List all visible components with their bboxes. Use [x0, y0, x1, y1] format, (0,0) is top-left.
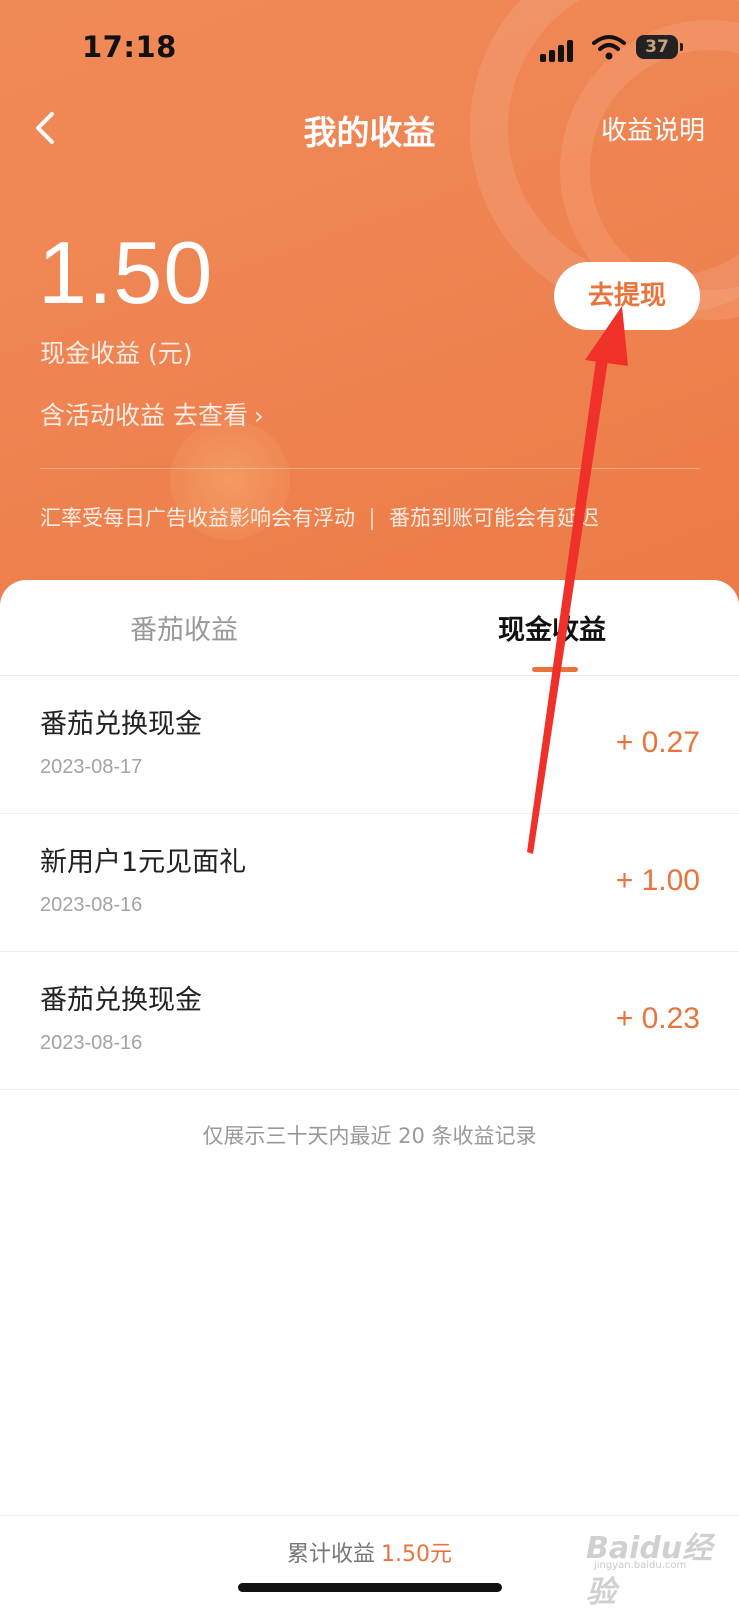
cash-balance-amount: 1.50 — [38, 223, 214, 322]
records-panel: 番茄收益 现金收益 番茄兑换现金 2023-08-17 + 0.27 新用户1元… — [0, 580, 739, 1600]
record-date: 2023-08-16 — [40, 1032, 143, 1054]
withdraw-button[interactable]: 去提现 — [554, 262, 700, 330]
earnings-header: 17:18 37 我的收益 收益说明 1.50 现金收益 (元) 含活动收益 去… — [0, 0, 739, 620]
chevron-right-icon: › — [253, 402, 264, 430]
record-amount: + 0.23 — [615, 1002, 700, 1035]
divider — [40, 468, 700, 469]
notice-delay: 番茄到账可能会有延迟 — [389, 506, 599, 530]
activity-earnings-label: 含活动收益 去查看 — [40, 401, 248, 430]
record-title: 番茄兑换现金 — [40, 709, 202, 740]
home-indicator[interactable] — [238, 1583, 502, 1592]
notice-separator — [371, 508, 373, 530]
tab-cash-earnings[interactable]: 现金收益 — [498, 608, 606, 647]
cellular-signal-icon — [540, 38, 576, 62]
records-footnote: 仅展示三十天内最近 20 条收益记录 — [202, 1124, 537, 1148]
wifi-icon — [592, 35, 626, 60]
record-date: 2023-08-17 — [40, 756, 143, 778]
list-item: 新用户1元见面礼 2023-08-16 + 1.00 — [0, 814, 739, 952]
status-time: 17:18 — [82, 30, 177, 64]
activity-earnings-link[interactable]: 含活动收益 去查看 › — [40, 396, 264, 432]
tab-tomato-earnings[interactable]: 番茄收益 — [130, 608, 238, 647]
cumulative-earnings-label: 累计收益 — [286, 1542, 375, 1567]
cumulative-earnings-value: 1.50元 — [381, 1542, 452, 1567]
record-date: 2023-08-16 — [40, 894, 143, 916]
battery-icon: 37 — [636, 35, 683, 59]
cash-balance-label: 现金收益 (元) — [40, 339, 193, 368]
status-bar: 17:18 37 — [0, 0, 739, 100]
notice-rate: 汇率受每日广告收益影响会有浮动 — [40, 506, 355, 530]
record-amount: + 1.00 — [615, 864, 700, 897]
record-amount: + 0.27 — [615, 726, 700, 759]
watermark-url: jingyan.baidu.com — [594, 1560, 687, 1571]
exchange-rate-notice: 汇率受每日广告收益影响会有浮动 番茄到账可能会有延迟 — [40, 502, 599, 532]
record-title: 番茄兑换现金 — [40, 985, 202, 1016]
record-title: 新用户1元见面礼 — [40, 847, 247, 878]
earnings-record-list: 番茄兑换现金 2023-08-17 + 0.27 新用户1元见面礼 2023-0… — [0, 676, 739, 1090]
list-item: 番茄兑换现金 2023-08-16 + 0.23 — [0, 952, 739, 1090]
list-item: 番茄兑换现金 2023-08-17 + 0.27 — [0, 676, 739, 814]
active-tab-indicator — [532, 667, 578, 672]
earnings-help-link[interactable]: 收益说明 — [601, 110, 705, 147]
